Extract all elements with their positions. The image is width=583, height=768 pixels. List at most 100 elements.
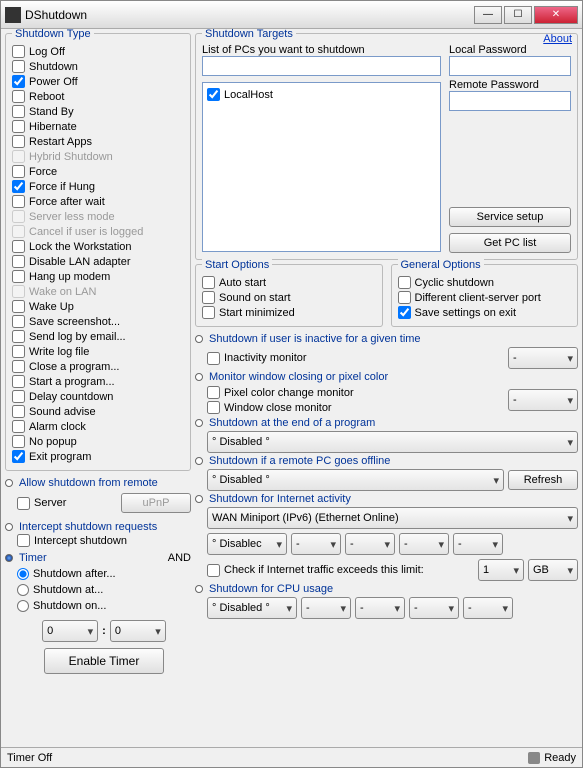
intercept-legend: Intercept shutdown requests bbox=[19, 521, 157, 533]
shutdown-type-checkbox[interactable] bbox=[12, 345, 25, 358]
minimize-button[interactable]: — bbox=[474, 6, 502, 24]
net-sel5[interactable]: - bbox=[453, 533, 503, 555]
net-sel3[interactable]: - bbox=[345, 533, 395, 555]
shutdown-type-checkbox[interactable] bbox=[12, 210, 25, 223]
server-checkbox[interactable] bbox=[17, 497, 30, 510]
shutdown-type-checkbox[interactable] bbox=[12, 390, 25, 403]
shutdown-type-checkbox[interactable] bbox=[12, 240, 25, 253]
endprog-select[interactable]: ° Disabled ° bbox=[207, 431, 578, 453]
shutdown-type-checkbox[interactable] bbox=[12, 150, 25, 163]
offline-select[interactable]: ° Disabled ° bbox=[207, 469, 504, 491]
shutdown-type-checkbox[interactable] bbox=[12, 435, 25, 448]
get-pc-list-button[interactable]: Get PC list bbox=[449, 233, 571, 253]
cyclic-checkbox[interactable] bbox=[398, 276, 411, 289]
shutdown-type-checkbox[interactable] bbox=[12, 450, 25, 463]
net-sel2[interactable]: - bbox=[291, 533, 341, 555]
traffic-limit-unit: GB bbox=[528, 559, 578, 581]
adapter-select[interactable]: WAN Miniport (IPv6) (Ethernet Online) bbox=[207, 507, 578, 529]
pc-listbox[interactable]: LocalHost bbox=[202, 82, 441, 252]
bullet-icon bbox=[195, 495, 203, 503]
timer-hours-select[interactable]: 0 bbox=[42, 620, 98, 642]
pc-list-input[interactable] bbox=[202, 56, 441, 76]
cpu-sel4[interactable]: - bbox=[409, 597, 459, 619]
shutdown-type-legend: Shutdown Type bbox=[12, 29, 94, 40]
bullet-icon bbox=[5, 523, 13, 531]
list-label: List of PCs you want to shutdown bbox=[202, 44, 441, 56]
shutdown-type-checkbox[interactable] bbox=[12, 120, 25, 133]
net-mode-select[interactable]: ° Disablec bbox=[207, 533, 287, 555]
start-min-checkbox[interactable] bbox=[202, 306, 215, 319]
bullet-icon bbox=[195, 335, 203, 343]
bullet-icon bbox=[195, 419, 203, 427]
shutdown-type-checkbox[interactable] bbox=[12, 300, 25, 313]
timer-legend: Timer bbox=[19, 552, 47, 564]
shutdown-type-checkbox[interactable] bbox=[12, 330, 25, 343]
status-ready: Ready bbox=[544, 752, 576, 764]
shutdown-type-checkbox[interactable] bbox=[12, 135, 25, 148]
diff-port-checkbox[interactable] bbox=[398, 291, 411, 304]
about-link[interactable]: About bbox=[543, 33, 572, 45]
window-title: DShutdown bbox=[25, 8, 472, 22]
enable-timer-button[interactable]: Enable Timer bbox=[44, 648, 164, 674]
shutdown-type-checkbox[interactable] bbox=[12, 45, 25, 58]
maximize-button[interactable]: ☐ bbox=[504, 6, 532, 24]
local-pw-label: Local Password bbox=[449, 44, 571, 56]
monitor-select[interactable]: - bbox=[508, 389, 578, 411]
start-options-legend: Start Options bbox=[202, 259, 272, 271]
app-icon bbox=[5, 7, 21, 23]
status-icon bbox=[528, 752, 540, 764]
inactivity-select[interactable]: - bbox=[508, 347, 578, 369]
traffic-limit-checkbox[interactable] bbox=[207, 564, 220, 577]
timer-at-radio[interactable] bbox=[17, 584, 29, 596]
shutdown-type-checkbox[interactable] bbox=[12, 105, 25, 118]
cpu-sel5[interactable]: - bbox=[463, 597, 513, 619]
shutdown-type-checkbox[interactable] bbox=[12, 360, 25, 373]
cpu-sel2[interactable]: - bbox=[301, 597, 351, 619]
shutdown-type-checkbox[interactable] bbox=[12, 195, 25, 208]
refresh-button[interactable]: Refresh bbox=[508, 470, 578, 490]
shutdown-type-checkbox[interactable] bbox=[12, 255, 25, 268]
local-password-input[interactable] bbox=[449, 56, 571, 76]
bullet-icon bbox=[195, 373, 203, 381]
shutdown-type-checkbox[interactable] bbox=[12, 405, 25, 418]
traffic-limit-value: 1 bbox=[478, 559, 524, 581]
shutdown-type-checkbox[interactable] bbox=[12, 75, 25, 88]
shutdown-type-checkbox[interactable] bbox=[12, 90, 25, 103]
pixel-color-checkbox[interactable] bbox=[207, 386, 220, 399]
bullet-icon bbox=[195, 457, 203, 465]
intercept-checkbox[interactable] bbox=[17, 534, 30, 547]
upnp-button[interactable]: uPnP bbox=[121, 493, 191, 513]
shutdown-type-checkbox[interactable] bbox=[12, 270, 25, 283]
bullet-icon bbox=[195, 585, 203, 593]
cpu-mode-select[interactable]: ° Disabled ° bbox=[207, 597, 297, 619]
remote-pw-label: Remote Password bbox=[449, 79, 571, 91]
shutdown-type-checkbox[interactable] bbox=[12, 315, 25, 328]
remote-password-input[interactable] bbox=[449, 91, 571, 111]
shutdown-type-checkbox[interactable] bbox=[12, 420, 25, 433]
save-exit-checkbox[interactable] bbox=[398, 306, 411, 319]
autostart-checkbox[interactable] bbox=[202, 276, 215, 289]
shutdown-type-checkbox[interactable] bbox=[12, 225, 25, 238]
shutdown-type-checkbox[interactable] bbox=[12, 285, 25, 298]
cpu-sel3[interactable]: - bbox=[355, 597, 405, 619]
shutdown-type-checkbox[interactable] bbox=[12, 375, 25, 388]
inactivity-checkbox[interactable] bbox=[207, 352, 220, 365]
timer-minutes-select[interactable]: 0 bbox=[110, 620, 166, 642]
status-timer: Timer Off bbox=[7, 752, 52, 764]
allow-remote-legend: Allow shutdown from remote bbox=[19, 477, 158, 489]
sound-start-checkbox[interactable] bbox=[202, 291, 215, 304]
service-setup-button[interactable]: Service setup bbox=[449, 207, 571, 227]
targets-legend: Shutdown Targets bbox=[202, 29, 296, 40]
bullet-icon bbox=[5, 479, 13, 487]
general-options-legend: General Options bbox=[398, 259, 484, 271]
shutdown-type-checkbox[interactable] bbox=[12, 165, 25, 178]
shutdown-type-checkbox[interactable] bbox=[12, 60, 25, 73]
bullet-icon bbox=[5, 554, 13, 562]
shutdown-type-checkbox[interactable] bbox=[12, 180, 25, 193]
localhost-checkbox[interactable] bbox=[207, 88, 220, 101]
net-sel4[interactable]: - bbox=[399, 533, 449, 555]
window-close-checkbox[interactable] bbox=[207, 401, 220, 414]
close-button[interactable]: ✕ bbox=[534, 6, 578, 24]
timer-on-radio[interactable] bbox=[17, 600, 29, 612]
timer-after-radio[interactable] bbox=[17, 568, 29, 580]
